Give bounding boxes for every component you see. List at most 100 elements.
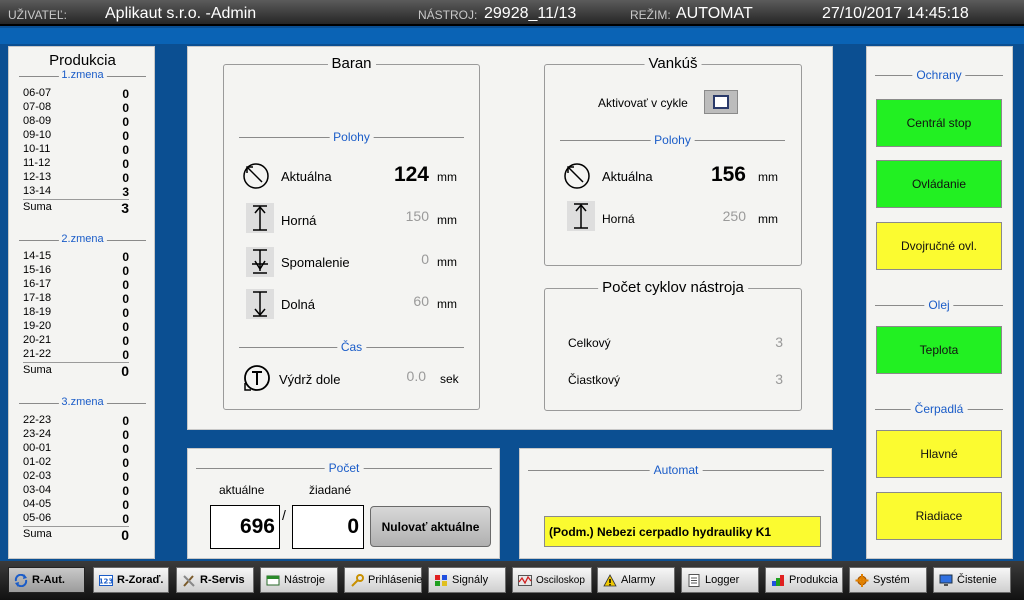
baran-slowdown-label: Spomalenie	[281, 255, 350, 270]
production-row: 17-18 0	[23, 292, 129, 306]
tool-value: 29928_11/13	[484, 5, 577, 22]
vankus-actual-label: Aktuálna	[602, 169, 653, 184]
tool-cycles-title: Počet cyklov nástroja	[598, 279, 748, 296]
shift-1-sum: Suma 3	[23, 199, 129, 216]
vankus-positions-separator: Polohy	[560, 133, 785, 147]
baran-slowdown-value[interactable]: 0	[369, 251, 429, 267]
production-row: 00-01 0	[23, 442, 129, 456]
nav-system-button[interactable]: Systém	[849, 567, 927, 593]
slowdown-position-icon	[246, 247, 274, 277]
activate-in-cycle-checkbox[interactable]	[704, 90, 738, 114]
upper-position-icon	[567, 201, 595, 231]
nav-produkcia-button[interactable]: Produkcia	[765, 567, 843, 593]
production-row: 10-11 0	[23, 143, 129, 157]
shift-3-sum: Suma 0	[23, 526, 129, 543]
production-row: 08-09 0	[23, 115, 129, 129]
document-icon	[688, 573, 700, 587]
nav-label: Prihlásenie	[368, 574, 423, 586]
nav-r-zorad-button[interactable]: 123 R-Zoraď.	[93, 567, 169, 593]
central-stop-indicator[interactable]: Centrál stop	[876, 99, 1002, 147]
nav-label: Systém	[873, 574, 910, 586]
baran-slowdown-unit: mm	[437, 255, 457, 269]
reset-current-button[interactable]: Nulovať aktuálne	[370, 506, 491, 547]
count-current-value: 696	[210, 505, 280, 549]
baran-upper-label: Horná	[281, 213, 317, 228]
vankus-upper-label: Horná	[602, 212, 635, 226]
baran-upper-value[interactable]: 150	[369, 208, 429, 224]
nav-alarmy-button[interactable]: Alarmy	[597, 567, 675, 593]
baran-dwell-value[interactable]: 0.0	[366, 368, 426, 384]
nav-label: Logger	[705, 574, 740, 586]
vankus-upper-value[interactable]: 250	[686, 208, 746, 224]
user-value: Aplikaut s.r.o. -Admin	[105, 5, 257, 22]
actual-position-icon	[564, 163, 590, 189]
baran-actual-value: 124	[393, 163, 429, 186]
automat-separator: Automat	[528, 463, 824, 477]
nav-label: Nástroje	[284, 574, 325, 586]
header-strip	[0, 28, 1024, 44]
nav-prihlasenie-button[interactable]: Prihlásenie	[344, 567, 422, 593]
nav-label: Čistenie	[957, 574, 997, 586]
cycles-total-value: 3	[775, 334, 783, 350]
nav-signaly-button[interactable]: Signály	[428, 567, 506, 593]
control-pump-indicator[interactable]: Riadiace	[876, 492, 1002, 540]
temperature-indicator[interactable]: Teplota	[876, 326, 1002, 374]
protections-separator: Ochrany	[875, 68, 1003, 82]
production-row: 03-04 0	[23, 484, 129, 498]
baran-lower-value[interactable]: 60	[369, 293, 429, 309]
production-row: 18-19 0	[23, 306, 129, 320]
cycles-partial-label: Čiastkový	[568, 373, 621, 387]
count-target-input[interactable]: 0	[292, 505, 364, 549]
user-label: UŽIVATEĽ:	[8, 8, 67, 22]
production-row: 22-23 0	[23, 414, 129, 428]
nav-osciloskop-button[interactable]: Osciloskop	[512, 567, 592, 593]
production-row: 01-02 0	[23, 456, 129, 470]
controls-indicator[interactable]: Ovládanie	[876, 160, 1002, 208]
production-row: 14-15 0	[23, 250, 129, 264]
baran-upper-unit: mm	[437, 213, 457, 227]
production-row: 11-12 0	[23, 157, 129, 171]
production-row: 12-13 0	[23, 171, 129, 185]
datetime: 27/10/2017 14:45:18	[822, 5, 969, 22]
key-icon	[351, 573, 364, 587]
vankus-upper-unit: mm	[758, 212, 778, 226]
baran-dwell-label: Výdrž dole	[279, 372, 341, 387]
baran-time-separator: Čas	[239, 340, 464, 354]
nav-label: R-Aut.	[32, 574, 65, 586]
oil-separator: Olej	[875, 298, 1003, 312]
baran-dwell-unit: sek	[440, 372, 459, 386]
gear-icon	[855, 573, 869, 587]
parameters-panel: Baran Polohy Aktuálna 124 mm Horná 150 m…	[187, 46, 833, 430]
count-target-label: žiadané	[309, 483, 352, 497]
nav-label: Produkcia	[789, 574, 838, 586]
automat-message: (Podm.) Nebezi cerpadlo hydrauliky K1	[544, 516, 821, 547]
count-current-label: aktuálne	[219, 483, 265, 497]
window-icon	[266, 575, 280, 585]
shift-2-separator: 2.zmena	[19, 233, 146, 245]
cycles-total-label: Celkový	[568, 336, 611, 350]
nav-r-servis-button[interactable]: R-Servis	[176, 567, 254, 593]
production-row: 06-07 0	[23, 87, 129, 101]
two-hand-control-indicator[interactable]: Dvojručné ovl.	[876, 222, 1002, 270]
tools-icon	[183, 574, 195, 587]
nav-cistenie-button[interactable]: Čistenie	[933, 567, 1011, 593]
nav-nastroje-button[interactable]: Nástroje	[260, 567, 338, 593]
nav-logger-button[interactable]: Logger	[681, 567, 759, 593]
production-row: 05-06 0	[23, 512, 129, 526]
tool-label: NÁSTROJ:	[418, 8, 478, 22]
baran-positions-separator: Polohy	[239, 130, 464, 144]
production-title: Produkcia	[49, 52, 116, 69]
lower-position-icon	[246, 289, 274, 319]
production-row: 21-22 0	[23, 348, 129, 362]
production-row: 15-16 0	[23, 264, 129, 278]
cycles-partial-value: 3	[775, 371, 783, 387]
warning-icon	[603, 573, 617, 586]
nav-r-aut-button[interactable]: R-Aut.	[8, 567, 85, 593]
production-icon	[772, 574, 784, 586]
status-panel: Ochrany Centrál stop Ovládanie Dvojručné…	[866, 46, 1013, 559]
mode-value: AUTOMAT	[676, 5, 753, 22]
production-row: 23-24 0	[23, 428, 129, 442]
main-pump-indicator[interactable]: Hlavné	[876, 430, 1002, 478]
activate-in-cycle-label: Aktivovať v cykle	[598, 96, 688, 110]
vankus-group: Vankúš Aktivovať v cykle Polohy Aktuálna…	[544, 55, 802, 266]
